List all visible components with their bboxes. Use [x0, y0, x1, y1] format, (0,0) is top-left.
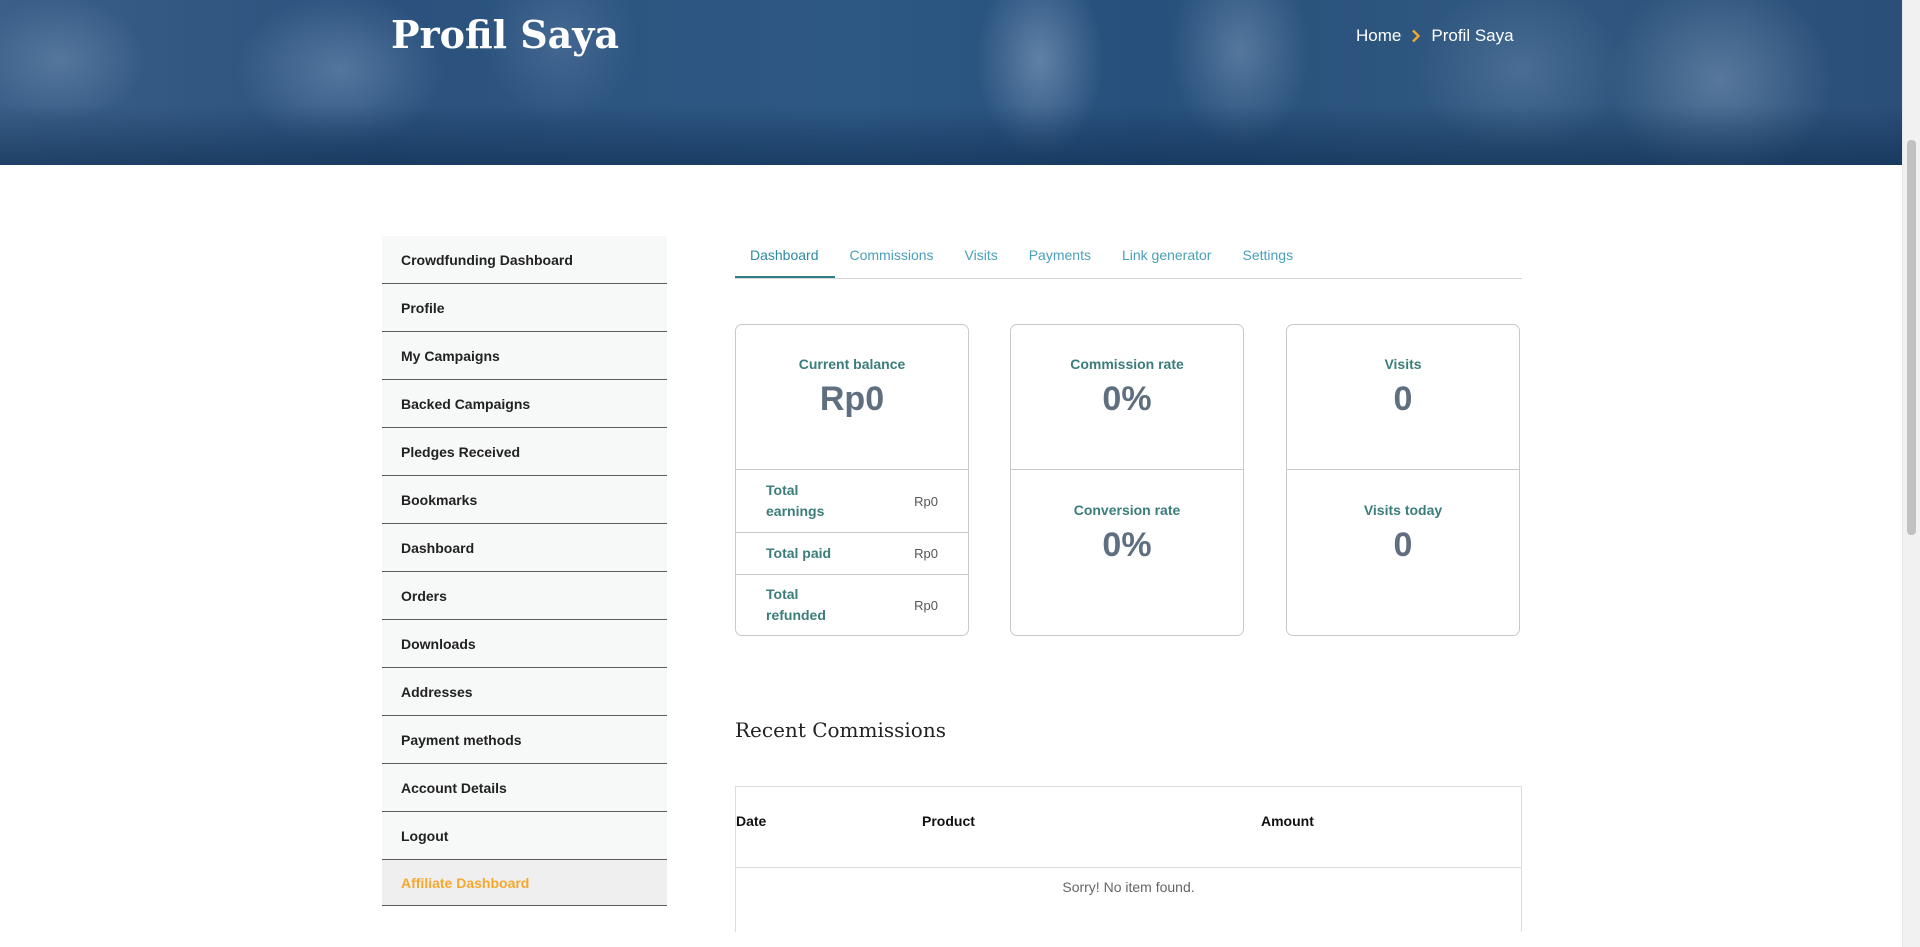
- tab-settings[interactable]: Settings: [1227, 236, 1309, 278]
- recent-commissions-title: Recent Commissions: [735, 718, 946, 742]
- sidebar-item-downloads[interactable]: Downloads: [382, 620, 667, 668]
- sidebar-item-dashboard[interactable]: Dashboard: [382, 524, 667, 572]
- visits-today-label: Visits today: [1363, 502, 1443, 518]
- total-refunded-label: Total refunded: [766, 586, 826, 623]
- total-earnings-value: Rp0: [914, 493, 938, 509]
- page-header-banner: Profil Saya Home Profil Saya: [0, 0, 1903, 165]
- breadcrumb-home-link[interactable]: Home: [1356, 26, 1401, 46]
- affiliate-tabs: Dashboard Commissions Visits Payments Li…: [735, 236, 1522, 279]
- visits-label: Visits: [1384, 356, 1422, 372]
- visits-value: 0: [1393, 380, 1413, 418]
- conversion-rate-label: Conversion rate: [1073, 502, 1181, 518]
- account-sidebar: Crowdfunding Dashboard Profile My Campai…: [382, 236, 667, 906]
- sidebar-item-pledges-received[interactable]: Pledges Received: [382, 428, 667, 476]
- commission-card: Commission rate 0% Conversion rate 0%: [1010, 324, 1244, 636]
- total-refunded-value: Rp0: [914, 597, 938, 613]
- sidebar-item-addresses[interactable]: Addresses: [382, 668, 667, 716]
- breadcrumb: Home Profil Saya: [1356, 26, 1514, 46]
- total-paid-row: Total paid Rp0: [736, 533, 968, 575]
- commission-rate-label: Commission rate: [1070, 356, 1184, 372]
- total-earnings-label: Total earnings: [766, 482, 825, 519]
- sidebar-item-profile[interactable]: Profile: [382, 284, 667, 332]
- column-header-amount: Amount: [1261, 813, 1314, 829]
- sidebar-item-backed-campaigns[interactable]: Backed Campaigns: [382, 380, 667, 428]
- balance-card: Current balance Rp0 Total earnings Rp0 T…: [735, 324, 969, 636]
- tab-payments[interactable]: Payments: [1014, 236, 1107, 278]
- total-paid-label: Total paid: [766, 545, 832, 561]
- column-header-date: Date: [736, 813, 767, 829]
- table-header: Date Product Amount: [736, 787, 1521, 868]
- sidebar-item-bookmarks[interactable]: Bookmarks: [382, 476, 667, 524]
- page-scrollbar[interactable]: [1902, 0, 1920, 947]
- tab-dashboard[interactable]: Dashboard: [735, 236, 835, 278]
- tab-commissions[interactable]: Commissions: [835, 236, 950, 278]
- total-paid-value: Rp0: [914, 546, 938, 561]
- visits-today-value: 0: [1393, 526, 1413, 564]
- sidebar-item-my-campaigns[interactable]: My Campaigns: [382, 332, 667, 380]
- column-header-product: Product: [922, 813, 975, 829]
- chevron-right-icon: [1412, 29, 1421, 43]
- page-title: Profil Saya: [391, 12, 619, 57]
- current-balance-value: Rp0: [819, 380, 885, 418]
- visits-card: Visits 0 Visits today 0: [1286, 324, 1520, 636]
- sidebar-item-crowdfunding-dashboard[interactable]: Crowdfunding Dashboard: [382, 236, 667, 284]
- sidebar-item-orders[interactable]: Orders: [382, 572, 667, 620]
- total-refunded-row: Total refunded Rp0: [736, 575, 968, 635]
- current-balance-label: Current balance: [798, 356, 906, 372]
- sidebar-item-account-details[interactable]: Account Details: [382, 764, 667, 812]
- total-earnings-row: Total earnings Rp0: [736, 470, 968, 533]
- sidebar-item-payment-methods[interactable]: Payment methods: [382, 716, 667, 764]
- conversion-rate-value: 0%: [1102, 526, 1152, 564]
- recent-commissions-table: Date Product Amount Sorry! No item found…: [735, 786, 1522, 932]
- breadcrumb-current: Profil Saya: [1431, 26, 1514, 45]
- commission-rate-value: 0%: [1102, 380, 1152, 418]
- sidebar-item-affiliate-dashboard[interactable]: Affiliate Dashboard: [382, 860, 667, 906]
- empty-table-message: Sorry! No item found.: [1062, 879, 1195, 895]
- sidebar-item-logout[interactable]: Logout: [382, 812, 667, 860]
- tab-link-generator[interactable]: Link generator: [1107, 236, 1228, 278]
- tab-visits[interactable]: Visits: [950, 236, 1014, 278]
- scrollbar-thumb[interactable]: [1907, 140, 1916, 535]
